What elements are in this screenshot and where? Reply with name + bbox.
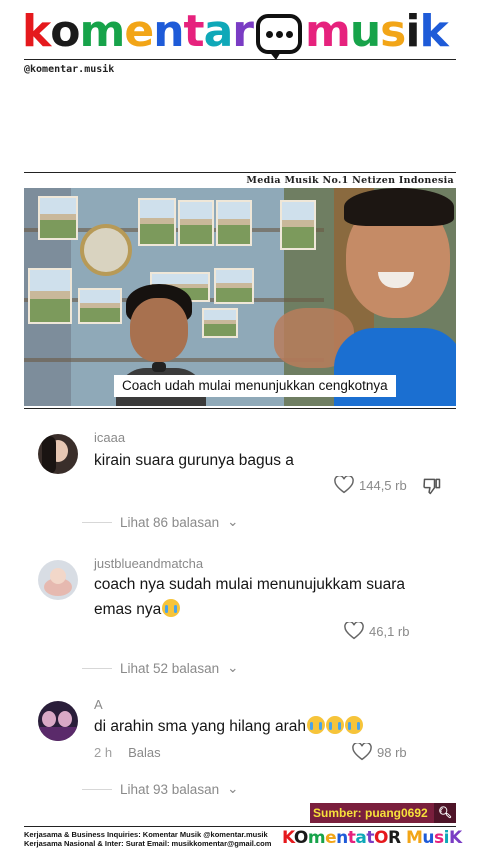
video-divider: [24, 408, 456, 409]
dislike-icon[interactable]: [422, 476, 442, 496]
avatar[interactable]: [38, 701, 78, 741]
microphone-icon: [152, 362, 166, 372]
comment-text-body: di arahin sma yang hilang arah: [94, 718, 306, 735]
footer-logo: KOmentatOR MusiK: [282, 828, 462, 848]
like-count: 98 rb: [377, 744, 407, 760]
logo-wordmark-musik: musik: [304, 6, 449, 57]
logo-letter: u: [349, 6, 381, 57]
wall-photo: [38, 196, 78, 240]
brand-handle: @komentar.musik: [24, 64, 115, 75]
mini-logo-letter: a: [355, 828, 367, 848]
video-frame[interactable]: Coach udah mulai menunjukkan cengkotnya: [24, 188, 456, 406]
wall-photo: [202, 308, 238, 338]
wall-photo: [216, 200, 252, 246]
mini-logo-letter: s: [434, 828, 444, 848]
view-replies-button[interactable]: Lihat 86 balasan ⌄: [82, 514, 238, 530]
mini-logo-letter: e: [325, 828, 337, 848]
tagline: Media Musik No.1 Netizen Indonesia: [246, 175, 454, 186]
crying-emoji-icon: [344, 716, 363, 734]
logo-letter: e: [124, 6, 154, 57]
chevron-down-icon: ⌄: [227, 660, 239, 675]
logo-letter: k: [22, 6, 51, 57]
comment-time: 2 h: [94, 745, 113, 760]
logo-letter: t: [183, 6, 205, 57]
logo-letter: m: [79, 6, 126, 57]
source-badge[interactable]: Sumber: puang0692 🔍︎: [310, 803, 456, 823]
crying-emoji-icon: [325, 716, 344, 734]
comment-text: kirain suara gurunya bagus a: [94, 452, 294, 469]
footer-info: Kerjasama & Business Inquiries: Komentar…: [24, 830, 271, 848]
comment-username[interactable]: A: [94, 697, 103, 712]
heart-icon: [352, 743, 372, 761]
video-caption: Coach udah mulai menunjukkan cengkotnya: [114, 375, 396, 397]
comment-item: icaaa kirain suara gurunya bagus a 144,5…: [38, 430, 448, 530]
tagline-divider: [24, 172, 456, 173]
mini-logo-letter: O: [293, 828, 308, 848]
crying-emoji-icon: [162, 599, 181, 617]
comment-item: A di arahin sma yang hilang arah 2 h Bala…: [38, 697, 448, 801]
header-divider: [24, 59, 456, 60]
logo-letter: n: [153, 6, 184, 57]
comment-text: di arahin sma yang hilang arah: [94, 713, 444, 738]
like-button[interactable]: 98 rb: [352, 743, 407, 761]
view-replies-button[interactable]: Lihat 52 balasan ⌄: [82, 660, 238, 676]
like-button[interactable]: 46,1 rb: [344, 622, 409, 640]
footer-divider: [24, 826, 456, 827]
mini-logo-letter: R: [387, 828, 401, 848]
mini-logo-letter: O: [374, 828, 388, 848]
logo-wordmark-komentar: komentar: [22, 6, 254, 57]
like-count: 46,1 rb: [369, 623, 410, 639]
like-button[interactable]: 144,5 rb: [334, 476, 407, 494]
logo-letter: k: [419, 6, 448, 57]
replies-label: Lihat 52 balasan: [120, 660, 220, 676]
chevron-down-icon: ⌄: [227, 781, 239, 796]
wall-photo: [138, 198, 176, 246]
chevron-down-icon: ⌄: [227, 514, 239, 529]
coach-person: [324, 188, 456, 406]
mini-logo-letter: K: [282, 828, 294, 848]
footer-line-2: Kerjasama Nasional & Inter: Surat Email:…: [24, 839, 272, 848]
brand-logo: komentar musik: [22, 6, 449, 60]
heart-icon: [334, 476, 354, 494]
logo-letter: i: [405, 6, 420, 57]
logo-letter: r: [232, 6, 254, 57]
mini-logo-letter: t: [366, 828, 374, 848]
footer-line-1: Kerjasama & Business Inquiries: Komentar…: [24, 830, 268, 839]
avatar[interactable]: [38, 434, 78, 474]
logo-letter: m: [304, 6, 351, 57]
comment-text-body: coach nya sudah mulai menunujukkam suara…: [94, 576, 406, 618]
chat-bubble-icon: [255, 14, 302, 60]
wall-photo: [280, 200, 316, 250]
heart-icon: [344, 622, 364, 640]
view-replies-button[interactable]: Lihat 93 balasan ⌄: [82, 781, 238, 797]
comment-meta: 2 h Balas: [94, 745, 161, 760]
replies-label: Lihat 86 balasan: [120, 514, 220, 530]
avatar[interactable]: [38, 560, 78, 600]
crying-emoji-icon: [306, 716, 325, 734]
mini-logo-letter: K: [448, 828, 462, 848]
logo-letter: s: [380, 6, 406, 57]
logo-letter: o: [50, 6, 80, 57]
wall-photo: [214, 268, 254, 304]
comment-item: justblueandmatcha coach nya sudah mulai …: [38, 556, 448, 678]
wall-photo: [28, 268, 72, 324]
wall-photo: [178, 200, 214, 246]
search-icon[interactable]: 🔍︎: [434, 803, 456, 823]
comment-username[interactable]: justblueandmatcha: [94, 556, 203, 571]
reply-button[interactable]: Balas: [128, 745, 161, 760]
source-label: Sumber: puang0692: [313, 806, 428, 820]
mini-logo-letter: m: [307, 828, 326, 848]
logo-letter: a: [203, 6, 234, 57]
mini-logo-letter: u: [422, 828, 434, 848]
replies-label: Lihat 93 balasan: [120, 781, 220, 797]
like-count: 144,5 rb: [359, 477, 407, 493]
wall-mirror: [80, 224, 132, 276]
comment-username[interactable]: icaaa: [94, 430, 125, 445]
mini-logo-letter: n: [336, 828, 348, 848]
comment-text: coach nya sudah mulai menunujukkam suara…: [94, 574, 444, 621]
mini-logo-letter: M: [405, 828, 423, 848]
